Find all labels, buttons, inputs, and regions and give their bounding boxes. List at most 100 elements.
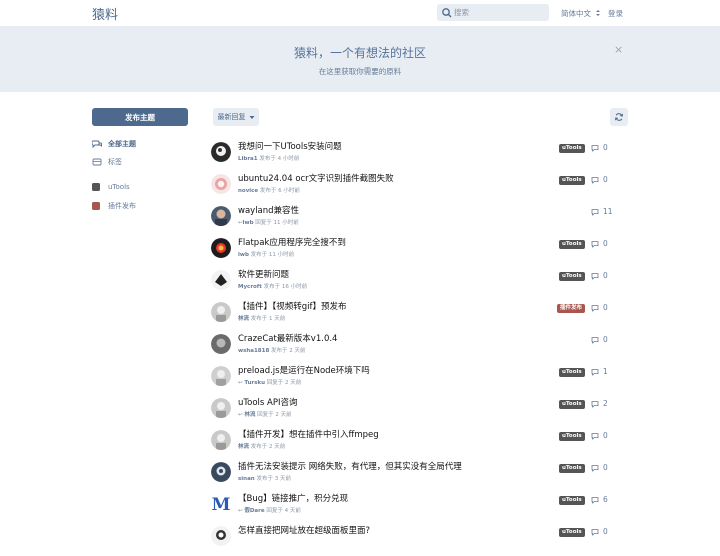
- sidebar-item-all-discussions[interactable]: 全部主题: [92, 139, 136, 149]
- discussion-title[interactable]: 怎样直接把网址放在超级面板里面?: [238, 524, 370, 536]
- avatar[interactable]: [211, 206, 231, 226]
- tag-badge[interactable]: uTools: [559, 496, 585, 505]
- reply-count: 0: [591, 527, 631, 536]
- avatar[interactable]: [211, 462, 231, 482]
- sidebar-tag-utools[interactable]: uTools: [92, 183, 130, 191]
- refresh-button[interactable]: [610, 108, 628, 126]
- avatar[interactable]: [211, 334, 231, 354]
- discussion-title[interactable]: ubuntu24.04 ocr文字识别插件截图失败: [238, 172, 394, 184]
- discussion-row[interactable]: preload.js是运行在Node环境下吗 ↩ Tursku 回复于 2 天前…: [211, 366, 631, 396]
- avatar[interactable]: [211, 142, 231, 162]
- discussion-row[interactable]: 软件更新问题 Mycroft 发布于 16 小时前 uTools 0: [211, 270, 631, 300]
- avatar[interactable]: [211, 302, 231, 322]
- tag-badge[interactable]: uTools: [559, 528, 585, 537]
- discussion-row[interactable]: M 【Bug】链接推广，积分兑现 ↩ 假Dare 回复于 4 天前 uTools…: [211, 494, 631, 524]
- sort-dropdown[interactable]: 最新回复: [213, 108, 259, 126]
- discussion-meta: ↩ 林流 回复于 2 天前: [238, 412, 292, 418]
- discussion-row[interactable]: wayland兼容性 ↩lwb 回复于 11 小时前 11: [211, 206, 631, 236]
- chevron-down-icon: [249, 115, 254, 119]
- discussion-title[interactable]: wayland兼容性: [238, 204, 299, 216]
- discussion-title[interactable]: preload.js是运行在Node环境下吗: [238, 364, 370, 376]
- discussion-meta: lwb 发布于 11 小时前: [238, 252, 295, 258]
- comment-icon: [591, 208, 599, 216]
- discussion-title[interactable]: CrazeCat最新版本v1.0.4: [238, 332, 337, 344]
- discussion-row[interactable]: Flatpak应用程序完全搜不到 lwb 发布于 11 小时前 uTools 0: [211, 238, 631, 268]
- hero-subtitle: 在这里获取你需要的原料: [318, 67, 402, 76]
- avatar[interactable]: [211, 174, 231, 194]
- avatar[interactable]: [211, 430, 231, 450]
- reply-count: 0: [591, 335, 631, 344]
- comments-icon: [92, 139, 102, 149]
- avatar[interactable]: [211, 366, 231, 386]
- comment-icon: [591, 368, 599, 376]
- discussion-meta: ↩ 假Dare 回复于 4 天前: [238, 508, 301, 514]
- discussion-meta: 林流 发布于 2 天前: [238, 444, 286, 450]
- tag-badge[interactable]: uTools: [559, 144, 585, 153]
- sidebar-tag-plugin-release[interactable]: 插件发布: [92, 201, 136, 211]
- sidebar-item-tags[interactable]: 标签: [92, 157, 122, 167]
- avatar[interactable]: M: [211, 494, 231, 514]
- reply-count: 2: [591, 399, 631, 408]
- discussion-row[interactable]: 【插件】【视频转gif】预发布 林流 发布于 1 天前 插件发布 0: [211, 302, 631, 332]
- discussion-row[interactable]: 我想问一下UTools安装问题 Libra1 发布于 4 小时前 uTools …: [211, 142, 631, 172]
- close-icon[interactable]: ×: [614, 43, 623, 56]
- avatar[interactable]: [211, 526, 231, 546]
- comment-icon: [591, 336, 599, 344]
- discussion-row[interactable]: 怎样直接把网址放在超级面板里面? uTools 0: [211, 526, 631, 556]
- sort-label: 最新回复: [217, 113, 246, 121]
- discussion-title[interactable]: 插件无法安装提示 网络失败，有代理，但其实没有全局代理: [238, 460, 462, 472]
- discussion-title[interactable]: 【Bug】链接推广，积分兑现: [238, 492, 348, 504]
- search-icon: [442, 8, 452, 18]
- comment-icon: [591, 144, 599, 152]
- comment-icon: [591, 272, 599, 280]
- discussion-meta: Libra1 发布于 4 小时前: [238, 156, 300, 162]
- comment-icon: [591, 464, 599, 472]
- tag-badge[interactable]: uTools: [559, 400, 585, 409]
- tag-badge[interactable]: uTools: [559, 432, 585, 441]
- tag-color-swatch: [92, 202, 100, 210]
- sidebar-tag-label: 插件发布: [108, 202, 136, 210]
- discussion-row[interactable]: 插件无法安装提示 网络失败，有代理，但其实没有全局代理 sinan 发布于 3 …: [211, 462, 631, 492]
- comment-icon: [591, 496, 599, 504]
- language-label: 简体中文: [561, 9, 591, 18]
- avatar[interactable]: [211, 270, 231, 290]
- discussion-row[interactable]: uTools API咨询 ↩ 林流 回复于 2 天前 uTools 2: [211, 398, 631, 428]
- sidebar-tag-label: uTools: [108, 183, 130, 191]
- welcome-hero: 猿料，一个有想法的社区 在这里获取你需要的原料 ×: [0, 27, 720, 92]
- comment-icon: [591, 304, 599, 312]
- discussion-meta: wsha1818 发布于 2 天前: [238, 348, 306, 354]
- reply-count: 0: [591, 303, 631, 312]
- reply-count: 1: [591, 367, 631, 376]
- tag-badge[interactable]: uTools: [559, 272, 585, 281]
- tag-badge[interactable]: uTools: [559, 464, 585, 473]
- sidebar-item-label: 全部主题: [108, 140, 136, 148]
- login-link[interactable]: 登录: [608, 8, 623, 19]
- reply-count: 6: [591, 495, 631, 504]
- search-input[interactable]: 搜索: [437, 4, 549, 21]
- discussion-title[interactable]: 【插件】【视频转gif】预发布: [238, 300, 347, 312]
- language-selector[interactable]: 简体中文: [561, 8, 601, 19]
- avatar[interactable]: [211, 238, 231, 258]
- avatar[interactable]: [211, 398, 231, 418]
- reply-count: 0: [591, 431, 631, 440]
- discussion-title[interactable]: 软件更新问题: [238, 268, 289, 280]
- tag-badge[interactable]: 插件发布: [557, 304, 586, 313]
- discussion-meta: sinan 发布于 3 天前: [238, 476, 291, 482]
- discussion-title[interactable]: 【插件开发】想在插件中引入ffmpeg: [238, 428, 379, 440]
- tag-badge[interactable]: uTools: [559, 176, 585, 185]
- tag-badge[interactable]: uTools: [559, 240, 585, 249]
- tag-badge[interactable]: uTools: [559, 368, 585, 377]
- discussion-title[interactable]: uTools API咨询: [238, 396, 297, 408]
- new-discussion-button[interactable]: 发布主题: [92, 108, 188, 126]
- sidebar-item-label: 标签: [108, 158, 122, 166]
- discussion-title[interactable]: Flatpak应用程序完全搜不到: [238, 236, 346, 248]
- discussion-row[interactable]: ubuntu24.04 ocr文字识别插件截图失败 novice 发布于 6 小…: [211, 174, 631, 204]
- tags-icon: [92, 157, 102, 167]
- discussion-row[interactable]: CrazeCat最新版本v1.0.4 wsha1818 发布于 2 天前 0: [211, 334, 631, 364]
- discussion-title[interactable]: 我想问一下UTools安装问题: [238, 140, 342, 152]
- site-brand[interactable]: 猿料: [92, 4, 118, 23]
- discussion-row[interactable]: 【插件开发】想在插件中引入ffmpeg 林流 发布于 2 天前 uTools 0: [211, 430, 631, 460]
- tag-color-swatch: [92, 183, 100, 191]
- comment-icon: [591, 176, 599, 184]
- sort-caret-icon: [596, 10, 601, 16]
